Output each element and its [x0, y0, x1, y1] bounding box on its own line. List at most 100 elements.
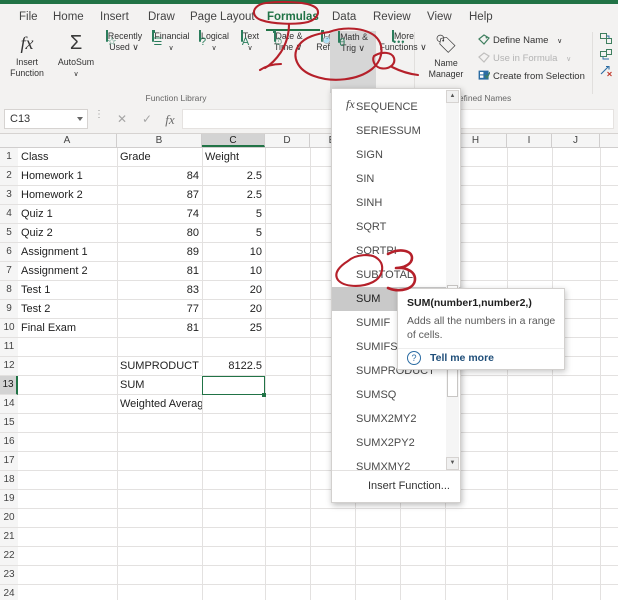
- ribbon-tab-review[interactable]: Review: [368, 8, 416, 28]
- enter-formula-button[interactable]: ✓: [137, 111, 157, 128]
- menu-item-sumxmy2[interactable]: SUMXMY2: [332, 455, 445, 470]
- active-cell-selection[interactable]: [202, 376, 265, 395]
- date-time-button[interactable]: ⏱ Date & Time ∨: [266, 30, 310, 52]
- menu-item-sqrt[interactable]: SQRT: [332, 215, 445, 239]
- cell-A5[interactable]: Quiz 2: [18, 224, 117, 243]
- cell-C8[interactable]: 20: [202, 281, 265, 300]
- row-header-13[interactable]: 13: [0, 376, 18, 395]
- cell-C7[interactable]: 10: [202, 262, 265, 281]
- menu-item-sqrtpi[interactable]: SQRTPI: [332, 239, 445, 263]
- cell-C5[interactable]: 5: [202, 224, 265, 243]
- row-header-8[interactable]: 8: [0, 281, 18, 300]
- ribbon-tab-formulas[interactable]: Formulas: [262, 8, 324, 31]
- menu-item-sinh[interactable]: SINH: [332, 191, 445, 215]
- cell-A9[interactable]: Test 2: [18, 300, 117, 319]
- name-box[interactable]: C13: [4, 109, 88, 129]
- name-box-chevron-down-icon[interactable]: [77, 117, 83, 121]
- row-header-6[interactable]: 6: [0, 243, 18, 262]
- row-header-15[interactable]: 15: [0, 414, 18, 433]
- formula-bar-overflow-icon[interactable]: ⋮: [94, 110, 104, 120]
- remove-arrows-icon[interactable]: [600, 65, 613, 77]
- cell-C6[interactable]: 10: [202, 243, 265, 262]
- cell-B14[interactable]: Weighted Average: [117, 395, 202, 414]
- row-header-2[interactable]: 2: [0, 167, 18, 186]
- row-header-19[interactable]: 19: [0, 490, 18, 509]
- row-header-5[interactable]: 5: [0, 224, 18, 243]
- column-header-I[interactable]: I: [507, 134, 552, 147]
- menu-item-sumsq[interactable]: SUMSQ: [332, 383, 445, 407]
- define-name-button[interactable]: Define Name ∨: [478, 34, 562, 49]
- cell-C9[interactable]: 20: [202, 300, 265, 319]
- cell-C1[interactable]: Weight: [202, 148, 265, 167]
- financial-button[interactable]: ☰ Financial ∨: [148, 30, 194, 54]
- cell-area[interactable]: Class Grade Weight Homework 1 84 2.5 Homework …: [18, 148, 618, 600]
- scroll-up-arrow-icon[interactable]: ▲: [446, 90, 459, 103]
- financial-caret-icon[interactable]: ∨: [168, 45, 173, 52]
- ribbon-tab-data[interactable]: Data: [327, 8, 361, 28]
- row-header-17[interactable]: 17: [0, 452, 18, 471]
- cell-B6[interactable]: 89: [117, 243, 202, 262]
- column-header-A[interactable]: A: [18, 134, 117, 147]
- row-header-9[interactable]: 9: [0, 300, 18, 319]
- cell-C2[interactable]: 2.5: [202, 167, 265, 186]
- row-header-18[interactable]: 18: [0, 471, 18, 490]
- row-header-3[interactable]: 3: [0, 186, 18, 205]
- menu-item-seriessum[interactable]: SERIESSUM: [332, 119, 445, 143]
- cell-B1[interactable]: Grade: [117, 148, 202, 167]
- ribbon-tab-draw[interactable]: Draw: [143, 8, 180, 28]
- cell-C4[interactable]: 5: [202, 205, 265, 224]
- create-from-selection-button[interactable]: Create from Selection: [478, 70, 585, 84]
- column-header-B[interactable]: B: [117, 134, 202, 147]
- scroll-down-arrow-icon[interactable]: ▼: [446, 457, 459, 470]
- cell-B13[interactable]: SUM: [117, 376, 202, 395]
- cell-B4[interactable]: 74: [117, 205, 202, 224]
- cell-B9[interactable]: 77: [117, 300, 202, 319]
- cell-A3[interactable]: Homework 2: [18, 186, 117, 205]
- cell-C3[interactable]: 2.5: [202, 186, 265, 205]
- text-button[interactable]: A Text ∨: [234, 30, 266, 54]
- cell-B8[interactable]: 83: [117, 281, 202, 300]
- cell-A2[interactable]: Homework 1: [18, 167, 117, 186]
- cell-B12[interactable]: SUMPRODUCT: [117, 357, 202, 376]
- ribbon-tab-help[interactable]: Help: [464, 8, 498, 28]
- menu-item-sign[interactable]: SIGN: [332, 143, 445, 167]
- cell-A1[interactable]: Class: [18, 148, 117, 167]
- function-list[interactable]: SEQUENCE SERIESSUM SIGN SIN SINH SQRT SQRTPI SU…: [332, 89, 461, 470]
- menu-item-sumx2my2[interactable]: SUMX2MY2: [332, 407, 445, 431]
- row-header-7[interactable]: 7: [0, 262, 18, 281]
- cancel-formula-button[interactable]: ✕: [112, 111, 132, 128]
- ribbon-tab-home[interactable]: Home: [48, 8, 89, 28]
- tell-me-more-link[interactable]: Tell me more: [430, 352, 494, 364]
- insert-function-button[interactable]: fx Insert Function: [4, 31, 50, 78]
- cell-C12[interactable]: 8122.5: [202, 357, 265, 376]
- autosum-button[interactable]: Σ AutoSum ∨: [52, 31, 100, 80]
- logical-button[interactable]: ? Logical ∨: [194, 30, 234, 54]
- trace-dependents-icon[interactable]: [600, 49, 613, 61]
- column-header-D[interactable]: D: [265, 134, 310, 147]
- row-header-23[interactable]: 23: [0, 566, 18, 585]
- menu-item-sumx2py2[interactable]: SUMX2PY2: [332, 431, 445, 455]
- column-header-C[interactable]: C: [202, 134, 265, 147]
- cell-A7[interactable]: Assignment 2: [18, 262, 117, 281]
- insert-function-icon[interactable]: fx: [160, 111, 180, 128]
- column-header-J[interactable]: J: [552, 134, 600, 147]
- menu-item-sin[interactable]: SIN: [332, 167, 445, 191]
- cell-B3[interactable]: 87: [117, 186, 202, 205]
- fill-handle[interactable]: [262, 393, 266, 397]
- name-manager-button[interactable]: 🏷 Name Manager: [420, 31, 472, 79]
- row-header-11[interactable]: 11: [0, 338, 18, 357]
- ribbon-tab-view[interactable]: View: [422, 8, 457, 28]
- ribbon-tab-page-layout[interactable]: Page Layout: [185, 8, 260, 28]
- cell-A6[interactable]: Assignment 1: [18, 243, 117, 262]
- ribbon-tab-file[interactable]: File: [14, 8, 43, 28]
- cell-A8[interactable]: Test 1: [18, 281, 117, 300]
- row-header-14[interactable]: 14: [0, 395, 18, 414]
- insert-function-menu-item[interactable]: Insert Function...: [332, 471, 461, 502]
- cell-B5[interactable]: 80: [117, 224, 202, 243]
- row-header-24[interactable]: 24: [0, 585, 18, 600]
- menu-item-subtotal[interactable]: SUBTOTAL: [332, 263, 445, 287]
- row-header-22[interactable]: 22: [0, 547, 18, 566]
- dropdown-scrollbar[interactable]: ▲ ▼: [446, 90, 459, 470]
- cell-A4[interactable]: Quiz 1: [18, 205, 117, 224]
- row-header-21[interactable]: 21: [0, 528, 18, 547]
